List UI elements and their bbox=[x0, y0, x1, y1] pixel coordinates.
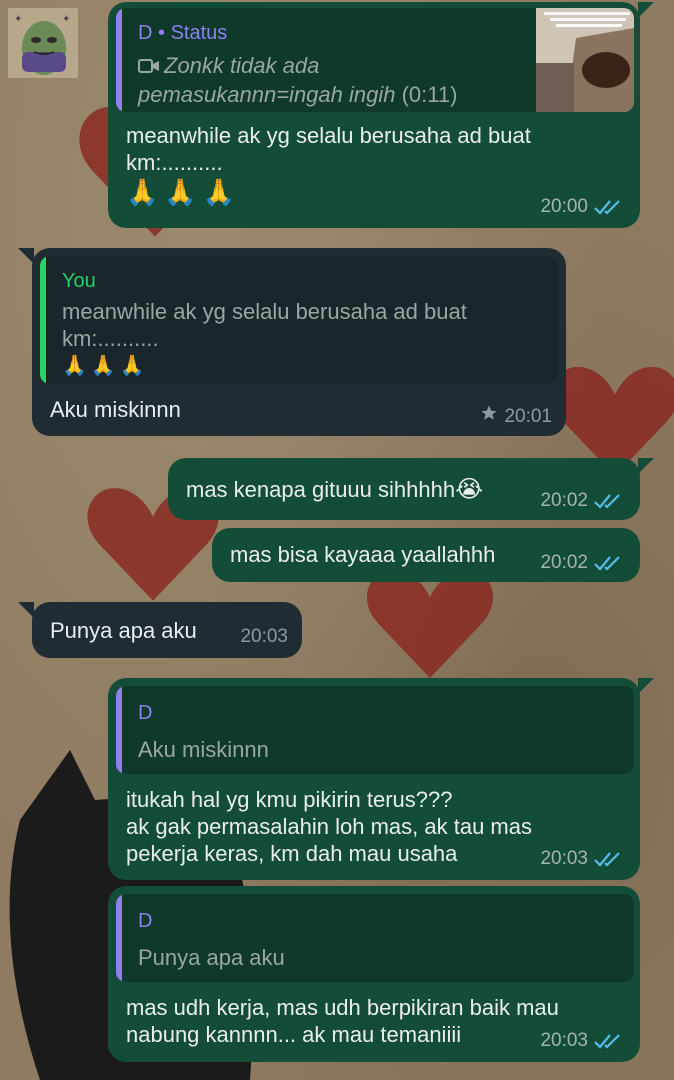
message-text-line2: km:.......... bbox=[126, 150, 223, 175]
message-text-line1: mas udh kerja, mas udh berpikiran baik m… bbox=[126, 995, 559, 1020]
message-text-line2: nabung kannnn... ak mau temaniiii bbox=[126, 1022, 462, 1047]
message-bubble-outgoing[interactable]: D Aku miskinnn itukah hal yg kmu pikirin… bbox=[108, 678, 654, 880]
video-duration: (0:11) bbox=[401, 82, 458, 107]
quote-separator: • bbox=[158, 22, 171, 44]
read-ticks-icon bbox=[594, 554, 626, 572]
quoted-message[interactable]: D Punya apa aku bbox=[116, 894, 634, 982]
message-bubble-outgoing[interactable]: mas bisa kayaaa yaallahhh 20:02 bbox=[212, 528, 640, 582]
message-time: 20:03 bbox=[540, 1030, 588, 1051]
quoted-status[interactable]: D • Status Zonkk tidak ada pemasukannn=i… bbox=[116, 8, 634, 112]
message-bubble-incoming[interactable]: Punya apa aku 20:03 bbox=[18, 602, 302, 658]
message-text: mas kenapa gituuu sihhhhh bbox=[186, 477, 456, 502]
message-time: 20:03 bbox=[240, 626, 288, 647]
read-ticks-icon bbox=[594, 198, 626, 216]
message-text: Punya apa aku bbox=[50, 618, 197, 643]
message-text-line1: itukah hal yg kmu pikirin terus??? bbox=[126, 787, 453, 812]
message-bubble-incoming[interactable]: You meanwhile ak yg selalu berusaha ad b… bbox=[18, 248, 566, 436]
status-thumbnail[interactable] bbox=[536, 8, 634, 112]
svg-text:✦: ✦ bbox=[62, 14, 70, 25]
message-time: 20:03 bbox=[540, 848, 588, 869]
quoted-message[interactable]: D Aku miskinnn bbox=[116, 686, 634, 774]
sticker-avatar: ✦ ✦ bbox=[8, 8, 78, 78]
video-icon bbox=[138, 54, 160, 81]
message-time: 20:02 bbox=[540, 490, 588, 511]
quote-text-line2: pemasukannn=ingah ingih bbox=[138, 82, 396, 107]
message-bubble-outgoing[interactable]: D Punya apa aku mas udh kerja, mas udh b… bbox=[108, 886, 640, 1062]
quote-author: You bbox=[62, 270, 96, 292]
quote-text: Aku miskinnn bbox=[138, 737, 269, 762]
praying-hands-emoji: 🙏🙏🙏 bbox=[126, 178, 242, 208]
read-ticks-icon bbox=[594, 492, 626, 510]
quote-author: D bbox=[138, 910, 153, 932]
read-ticks-icon bbox=[594, 1032, 626, 1050]
message-time: 20:02 bbox=[540, 552, 588, 573]
message-text: mas bisa kayaaa yaallahhh bbox=[230, 542, 496, 567]
praying-hands-emoji: 🙏🙏🙏 bbox=[62, 353, 149, 377]
quote-text: Punya apa aku bbox=[138, 945, 285, 970]
quote-text-line1: meanwhile ak yg selalu berusaha ad buat bbox=[62, 299, 467, 324]
message-bubble-outgoing[interactable]: mas kenapa gituuu sihhhhh😭 20:02 bbox=[168, 458, 654, 520]
star-icon bbox=[480, 403, 498, 430]
quote-text-line1: Zonkk tidak ada bbox=[164, 53, 320, 78]
quoted-message[interactable]: You meanwhile ak yg selalu berusaha ad b… bbox=[40, 256, 558, 384]
message-time: 20:01 bbox=[504, 406, 552, 427]
quote-source: Status bbox=[170, 22, 228, 44]
read-ticks-icon bbox=[594, 850, 626, 868]
message-time: 20:00 bbox=[540, 196, 588, 217]
svg-text:✦: ✦ bbox=[14, 14, 22, 25]
quote-author: D bbox=[138, 22, 153, 44]
message-bubble-outgoing[interactable]: D • Status Zonkk tidak ada pemasukannn=i… bbox=[108, 2, 640, 228]
message-text: Aku miskinnn bbox=[50, 397, 181, 422]
quote-author: D bbox=[138, 702, 153, 724]
quote-text-line2: km:.......... bbox=[62, 326, 159, 351]
message-text-line3: pekerja keras, km dah mau usaha bbox=[126, 841, 458, 866]
message-text-line2: ak gak permasalahin loh mas, ak tau mas bbox=[126, 814, 532, 839]
message-text-line1: meanwhile ak yg selalu berusaha ad buat bbox=[126, 123, 531, 148]
crying-face-emoji: 😭 bbox=[455, 475, 484, 503]
